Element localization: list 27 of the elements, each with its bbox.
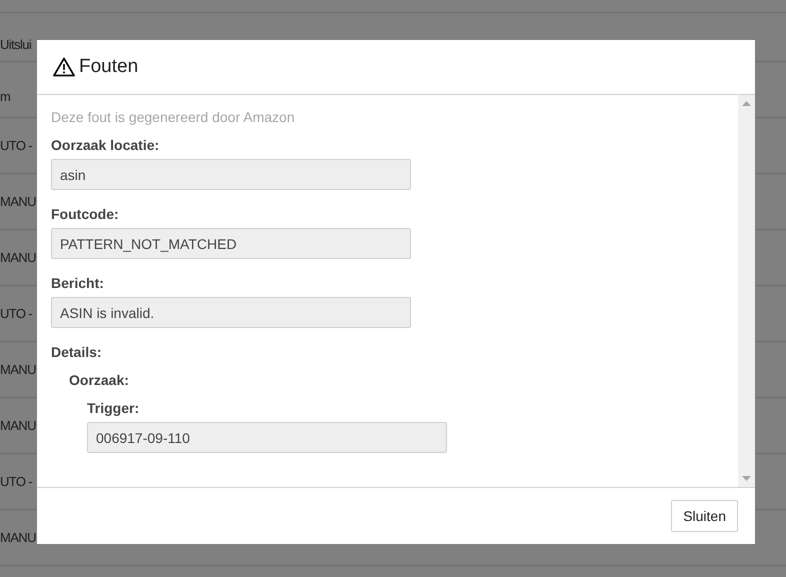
input-field[interactable]: PATTERN_NOT_MATCHED	[51, 228, 411, 259]
input-field[interactable]: asin	[51, 159, 411, 190]
column-header: Uitslui	[0, 37, 32, 52]
field-label: Oorzaak locatie:	[51, 136, 160, 155]
table-cell: MANU	[0, 530, 36, 545]
table-cell: MANU	[0, 250, 36, 265]
table-cell: MANU	[0, 418, 36, 433]
field-label: Foutcode:	[51, 205, 119, 224]
field-label: Trigger:	[87, 399, 140, 418]
scroll-up-icon[interactable]	[742, 101, 751, 106]
input-field[interactable]: 006917-09-110	[87, 422, 447, 453]
scroll-down-icon[interactable]	[742, 476, 751, 481]
column-header: m	[0, 89, 10, 104]
dialog-title: Fouten	[79, 56, 138, 78]
hint-text: Deze fout is gegenereerd door Amazon	[51, 109, 296, 125]
scrollbar[interactable]	[738, 95, 755, 487]
table-cell: UTO -	[0, 474, 32, 489]
table-cell: MANU	[0, 362, 36, 377]
table-cell: UTO -	[0, 138, 32, 153]
field-label: Details:	[51, 343, 102, 362]
input-field[interactable]: ASIN is invalid.	[51, 297, 411, 328]
table-cell: UTO -	[0, 306, 32, 321]
field-label: Oorzaak:	[69, 371, 129, 390]
close-button[interactable]: Sluiten	[671, 500, 738, 532]
field-label: Bericht:	[51, 274, 104, 293]
table-cell: MANU	[0, 194, 36, 209]
warning-icon	[53, 57, 75, 77]
